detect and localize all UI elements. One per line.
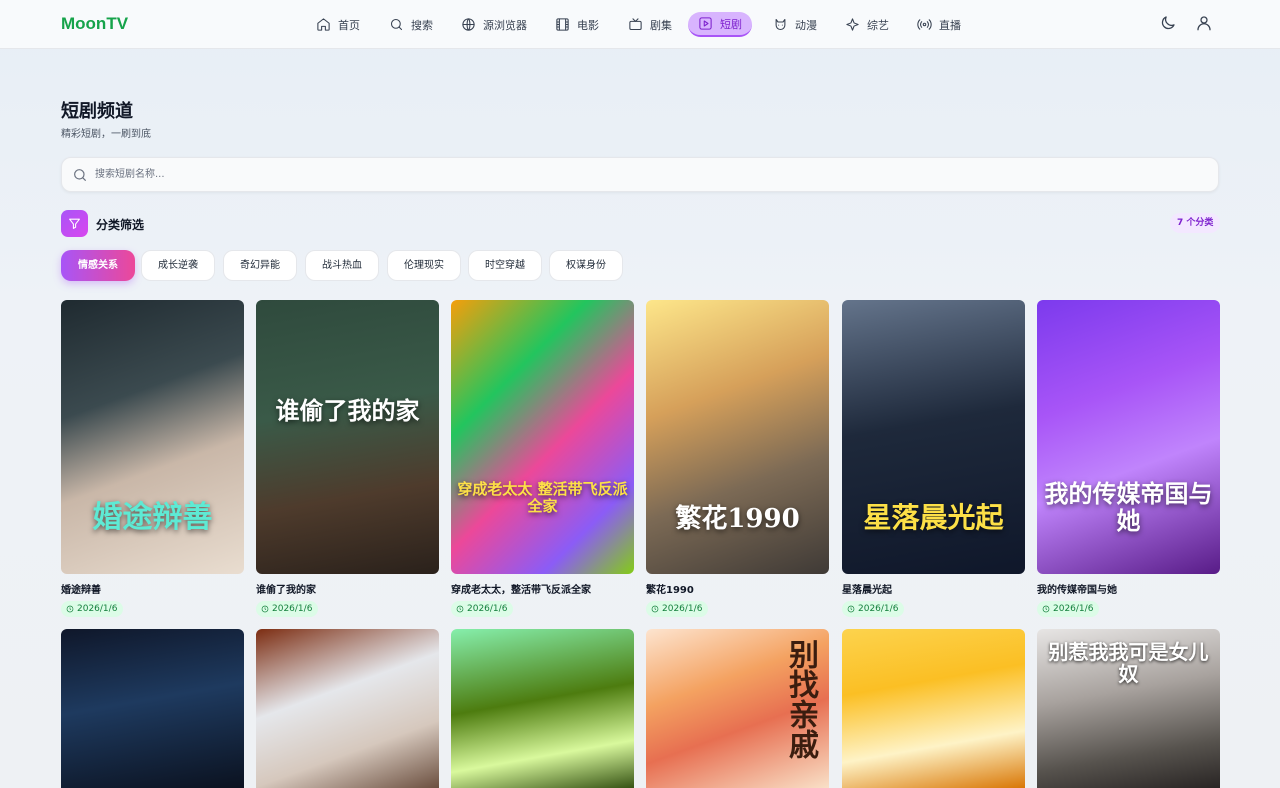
user-menu-button[interactable] [1195, 14, 1215, 34]
category-chip[interactable]: 伦理现实 [387, 250, 461, 281]
nav-item-label: 综艺 [867, 18, 889, 32]
nav-item-source-browser[interactable]: 源浏览器 [451, 12, 537, 37]
date-badge: 2026/1/6 [1037, 601, 1100, 617]
nav-item-label: 源浏览器 [483, 18, 527, 32]
category-chip[interactable]: 奇幻异能 [223, 250, 297, 281]
page-subtitle: 精彩短剧，一刷到底 [61, 129, 151, 140]
nav-item-search[interactable]: 搜索 [379, 12, 443, 37]
search-input[interactable] [95, 158, 1205, 191]
drama-card[interactable]: 别找亲戚 [646, 629, 829, 788]
drama-card[interactable] [451, 629, 634, 788]
drama-card[interactable] [256, 629, 439, 788]
drama-title: 我的传媒帝国与她 [1037, 585, 1117, 596]
drama-card[interactable]: 别惹我我可是女儿奴 [1037, 629, 1220, 788]
theme-toggle-button[interactable] [1159, 14, 1179, 34]
poster-title-art: 星落晨光起 [863, 501, 1004, 535]
drama-title: 星落晨光起 [842, 585, 892, 596]
nav-item-label: 搜索 [411, 18, 433, 32]
drama-title: 繁花1990 [646, 585, 694, 596]
drama-poster [451, 629, 634, 788]
category-chip[interactable]: 成长逆袭 [141, 250, 215, 281]
poster-title-art: 穿成老太太 整活带飞反派全家 [457, 480, 628, 515]
drama-poster: 我的传媒帝国与她 [1037, 300, 1220, 574]
nav-item-label: 直播 [939, 18, 961, 32]
drama-card[interactable]: 婚途辩善 婚途辩善 2026/1/6 [61, 300, 244, 620]
nav-item-home[interactable]: 首页 [306, 12, 370, 37]
drama-poster [61, 629, 244, 788]
globe-icon [462, 18, 475, 31]
home-icon [317, 18, 330, 31]
drama-poster: 繁花1990 [646, 300, 829, 574]
date-badge: 2026/1/6 [256, 601, 319, 617]
drama-title: 谁偷了我的家 [256, 585, 316, 596]
filter-badge [61, 210, 88, 237]
cat-icon [775, 18, 786, 31]
drama-card[interactable] [61, 629, 244, 788]
radio-icon [917, 19, 932, 30]
date-badge: 2026/1/6 [646, 601, 709, 617]
search-icon [74, 169, 86, 181]
search-icon [390, 18, 403, 31]
category-chip[interactable]: 时空穿越 [468, 250, 542, 281]
drama-card[interactable]: 谁偷了我的家 谁偷了我的家 2026/1/6 [256, 300, 439, 620]
drama-poster: 别找亲戚 [646, 629, 829, 788]
drama-poster: 谁偷了我的家 [256, 300, 439, 574]
clock-icon [651, 605, 659, 613]
poster-title-art: 别惹我我可是女儿奴 [1048, 640, 1209, 686]
drama-card[interactable]: 穿成老太太 整活带飞反派全家 穿成老太太，整活带飞反派全家 2026/1/6 [451, 300, 634, 620]
drama-card[interactable]: 繁花1990 繁花1990 2026/1/6 [646, 300, 829, 620]
nav-item-anime[interactable]: 动漫 [763, 12, 827, 37]
drama-card[interactable]: 我的传媒帝国与她 我的传媒帝国与她 2026/1/6 [1037, 300, 1220, 620]
page-title: 短剧频道 [61, 101, 133, 122]
play-square-icon [699, 17, 712, 30]
clock-icon [847, 605, 855, 613]
nav-item-label: 电影 [577, 18, 599, 32]
filter-title: 分类筛选 [96, 218, 145, 232]
nav-item-live[interactable]: 直播 [907, 12, 971, 37]
nav-item-label: 剧集 [650, 18, 672, 32]
drama-title: 婚途辩善 [61, 585, 101, 596]
nav-item-movies[interactable]: 电影 [545, 12, 609, 37]
clock-icon [66, 605, 74, 613]
nav-item-label: 短剧 [720, 17, 742, 31]
nav-item-label: 首页 [338, 18, 360, 32]
category-chip[interactable]: 权谋身份 [549, 250, 623, 281]
clock-icon [261, 605, 269, 613]
main-nav: 首页 搜索 源浏览器 电影 剧集 短剧 动漫 综艺 直播 [0, 0, 1280, 49]
clock-icon [456, 605, 464, 613]
date-badge: 2026/1/6 [451, 601, 514, 617]
drama-poster: 婚途辩善 [61, 300, 244, 574]
drama-card[interactable]: 星落晨光起 星落晨光起 2026/1/6 [842, 300, 1025, 620]
drama-card[interactable] [842, 629, 1025, 788]
poster-title-art: 繁花1990 [675, 504, 800, 535]
category-chip[interactable]: 战斗热血 [305, 250, 379, 281]
drama-poster: 星落晨光起 [842, 300, 1025, 574]
nav-item-short-drama[interactable]: 短剧 [688, 12, 752, 37]
search-bar [61, 157, 1219, 192]
poster-title-art: 谁偷了我的家 [275, 395, 420, 425]
sparkle-icon [846, 18, 859, 31]
poster-title-art: 我的传媒帝国与她 [1044, 479, 1213, 535]
category-chip[interactable]: 情感关系 [61, 250, 135, 281]
nav-item-variety[interactable]: 综艺 [835, 12, 899, 37]
drama-poster [842, 629, 1025, 788]
top-navigation-bar: MoonTV 首页 搜索 源浏览器 电影 剧集 短剧 动漫 综艺 直播 [0, 0, 1280, 49]
drama-title: 穿成老太太，整活带飞反派全家 [451, 585, 591, 596]
date-badge: 2026/1/6 [842, 601, 905, 617]
film-icon [556, 18, 569, 31]
user-icon [1197, 16, 1211, 31]
tv-icon [629, 18, 642, 31]
date-badge: 2026/1/6 [61, 601, 124, 617]
drama-poster: 别惹我我可是女儿奴 [1037, 629, 1220, 788]
poster-title-art: 别找亲戚 [783, 639, 818, 759]
moon-icon [1161, 16, 1175, 30]
drama-poster: 穿成老太太 整活带飞反派全家 [451, 300, 634, 574]
nav-item-series[interactable]: 剧集 [618, 12, 682, 37]
category-count-badge: 7 个分类 [1170, 213, 1221, 233]
clock-icon [1042, 605, 1050, 613]
nav-item-label: 动漫 [795, 18, 817, 32]
drama-poster [256, 629, 439, 788]
poster-title-art: 婚途辩善 [92, 500, 213, 535]
filter-icon [69, 218, 80, 229]
